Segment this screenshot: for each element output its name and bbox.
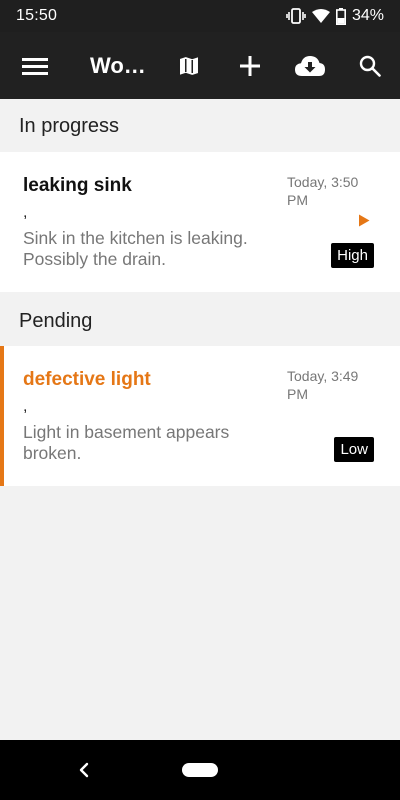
menu-button[interactable] [11, 32, 59, 99]
map-button[interactable] [165, 32, 213, 99]
back-icon [79, 762, 89, 778]
section-header-in-progress: In progress [19, 114, 120, 137]
nav-home-button[interactable] [182, 763, 218, 777]
card-subtitle: , [23, 398, 28, 415]
status-time: 15:50 [16, 7, 58, 24]
status-icons: 34% [286, 7, 384, 25]
plus-icon [240, 55, 260, 76]
priority-badge: Low [334, 437, 374, 462]
hamburger-icon [22, 57, 48, 75]
section-header-pending: Pending [19, 309, 93, 332]
status-bar: 15:50 34% [0, 0, 400, 32]
card-time: Today, 3:50 PM [287, 174, 359, 208]
card-title: defective light [23, 369, 151, 390]
card-description: Light in basement appears broken. [23, 422, 230, 463]
card-description: Sink in the kitchen is leaking. Possibly… [23, 228, 248, 269]
in-progress-play-icon [359, 214, 370, 227]
battery-percent: 34% [351, 7, 384, 24]
search-button[interactable] [346, 32, 394, 99]
card-time: Today, 3:49 PM [287, 368, 359, 402]
card-subtitle: , [23, 204, 28, 221]
map-icon [178, 54, 200, 77]
app-title: Wo… [90, 52, 146, 78]
work-order-card[interactable]: leaking sink , Sink in the kitchen is le… [0, 152, 400, 292]
cloud-download-icon [295, 55, 325, 76]
battery-icon [335, 7, 346, 25]
download-button[interactable] [286, 32, 334, 99]
vibrate-icon [286, 8, 306, 24]
work-order-card[interactable]: defective light , Light in basement appe… [0, 346, 400, 486]
nav-back-button[interactable] [74, 758, 94, 782]
wifi-icon [311, 9, 330, 23]
card-title: leaking sink [23, 175, 132, 196]
priority-badge: High [331, 243, 374, 268]
add-button[interactable] [226, 32, 274, 99]
app-bar: Wo… [0, 32, 400, 99]
search-icon [359, 55, 381, 77]
